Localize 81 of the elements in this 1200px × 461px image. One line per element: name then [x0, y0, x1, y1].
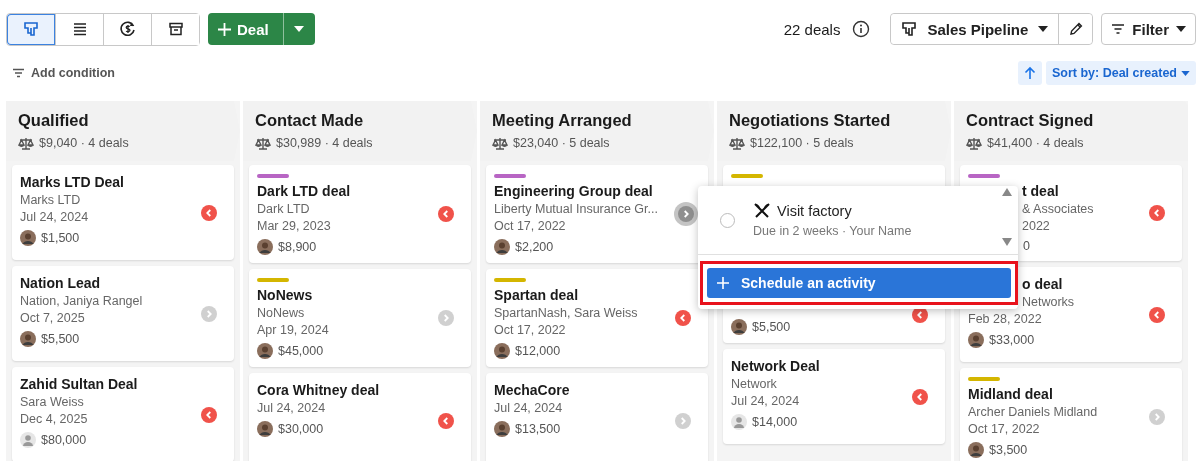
deal-organization: Network — [731, 377, 777, 391]
deal-value: $45,000 — [278, 344, 324, 358]
deal-title: t deal — [1022, 183, 1059, 199]
add-deal-button[interactable]: Deal — [208, 13, 283, 45]
deal-value: $5,500 — [752, 320, 791, 334]
stage-summary: $122,100 · 5 deals — [750, 136, 854, 150]
stage-title: Meeting Arranged — [492, 111, 633, 130]
deal-date: Mar 29, 2023 — [257, 219, 331, 233]
deal-value: $12,000 — [515, 344, 561, 358]
deal-value: $30,000 — [278, 422, 324, 436]
deal-title: o deal — [1022, 276, 1063, 292]
stage-summary: $23,040 · 5 deals — [513, 136, 610, 150]
stage-summary: $9,040 · 4 deals — [39, 136, 129, 150]
deal-value: $80,000 — [41, 433, 87, 447]
deal-date: Apr 19, 2024 — [257, 323, 329, 337]
deal-card[interactable]: Dark LTD deal Dark LTD Mar 29, 2023 $8,900 — [249, 165, 471, 263]
deal-card[interactable]: Spartan deal SpartanNash, Sara Weiss Oct 17, 2022 $12,000 — [486, 269, 708, 367]
deal-title: Spartan deal — [494, 287, 579, 303]
filter-button[interactable]: Filter — [1101, 13, 1196, 45]
schedule-activity-button[interactable]: Schedule an activity — [707, 268, 1011, 298]
deal-card[interactable]: Engineering Group deal Liberty Mutual Insurance Gr... Oct 17, 2022 $2,200 — [486, 165, 708, 263]
stage-summary: $41,400 · 4 deals — [987, 136, 1084, 150]
deal-card[interactable]: Network Deal Network Jul 24, 2024 $14,000 — [723, 349, 945, 444]
deal-organization: Dark LTD — [257, 202, 310, 216]
deal-date: Oct 17, 2022 — [968, 422, 1040, 436]
stage-title: Contract Signed — [966, 111, 1095, 130]
deal-card[interactable]: Zahid Sultan Deal Sara Weiss Dec 4, 2025 $80,000 — [12, 367, 234, 461]
deal-date: Feb 28, 2022 — [968, 312, 1042, 326]
stage-title: Negotiations Started — [729, 111, 892, 130]
deal-value: $1,500 — [41, 231, 80, 245]
deal-title: Dark LTD deal — [257, 183, 351, 199]
deal-date: Jul 24, 2024 — [731, 394, 800, 408]
deal-organization: Networks — [1022, 295, 1075, 309]
deal-title: Cora Whitney deal — [257, 382, 380, 398]
deal-organization: Sara Weiss — [20, 395, 84, 409]
deal-organization: Archer Daniels Midland — [968, 405, 1098, 419]
deal-value: $5,500 — [41, 332, 80, 346]
deal-value: $8,900 — [278, 240, 317, 254]
deal-title: Network Deal — [731, 358, 820, 374]
deal-organization: & Associates — [1022, 202, 1094, 216]
deal-date: 2022 — [1022, 219, 1050, 233]
deal-date: Jul 24, 2024 — [20, 210, 89, 224]
stage-summary: $30,989 · 4 deals — [276, 136, 373, 150]
deal-card[interactable]: Cora Whitney deal Jul 24, 2024 $30,000 — [249, 373, 471, 461]
deal-count: 22 deals — [783, 20, 841, 38]
deal-organization: Marks LTD — [20, 193, 81, 207]
deal-date: Jul 24, 2024 — [257, 401, 326, 415]
deal-organization: NoNews — [257, 306, 305, 320]
deal-title: NoNews — [257, 287, 313, 303]
deal-title: MechaCore — [494, 382, 570, 398]
deal-date: Oct 7, 2025 — [20, 311, 85, 325]
deal-title: Engineering Group deal — [494, 183, 653, 199]
deal-value: $13,500 — [515, 422, 561, 436]
deal-date: Jul 24, 2024 — [494, 401, 563, 415]
deal-date: Oct 17, 2022 — [494, 323, 566, 337]
deal-organization: Liberty Mutual Insurance Gr... — [494, 202, 658, 216]
deal-value: $3,500 — [989, 443, 1028, 457]
sort-dropdown[interactable]: Sort by: Deal created — [1045, 61, 1196, 85]
deal-title: Midland deal — [968, 386, 1053, 402]
deal-organization: SpartanNash, Sara Weiss — [494, 306, 638, 320]
deal-title: Marks LTD Deal — [20, 174, 124, 190]
activity-details: Due in 2 weeks · Your Name — [753, 224, 913, 238]
deal-card[interactable]: Nation Lead Nation, Janiya Rangel Oct 7, 2025 $5,500 — [12, 266, 234, 361]
activity-title[interactable]: Visit factory — [777, 203, 852, 219]
deal-date: Dec 4, 2025 — [20, 412, 88, 426]
deal-value: $2,200 — [515, 240, 554, 254]
add-condition-button[interactable]: Add condition — [12, 66, 115, 80]
deal-card[interactable]: MechaCore Jul 24, 2024 $13,500 — [486, 373, 708, 461]
deal-card[interactable]: Midland deal Archer Daniels Midland Oct 17, 2022 $3,500 — [960, 368, 1182, 461]
stage-title: Qualified — [18, 111, 90, 130]
deal-card[interactable]: NoNews NoNews Apr 19, 2024 $45,000 — [249, 269, 471, 367]
deal-value: $33,000 — [989, 333, 1035, 347]
deal-organization: Nation, Janiya Rangel — [20, 294, 143, 308]
deal-title: Zahid Sultan Deal — [20, 376, 138, 392]
deal-title: Nation Lead — [20, 275, 101, 291]
deal-value: 0 — [1023, 239, 1030, 253]
pipeline-dropdown[interactable]: Sales Pipeline — [891, 14, 1060, 44]
deal-value: $14,000 — [752, 415, 798, 429]
deal-card[interactable]: Marks LTD Deal Marks LTD Jul 24, 2024 $1,500 — [12, 165, 234, 260]
deal-date: Oct 17, 2022 — [494, 219, 566, 233]
stage-title: Contact Made — [255, 111, 365, 130]
